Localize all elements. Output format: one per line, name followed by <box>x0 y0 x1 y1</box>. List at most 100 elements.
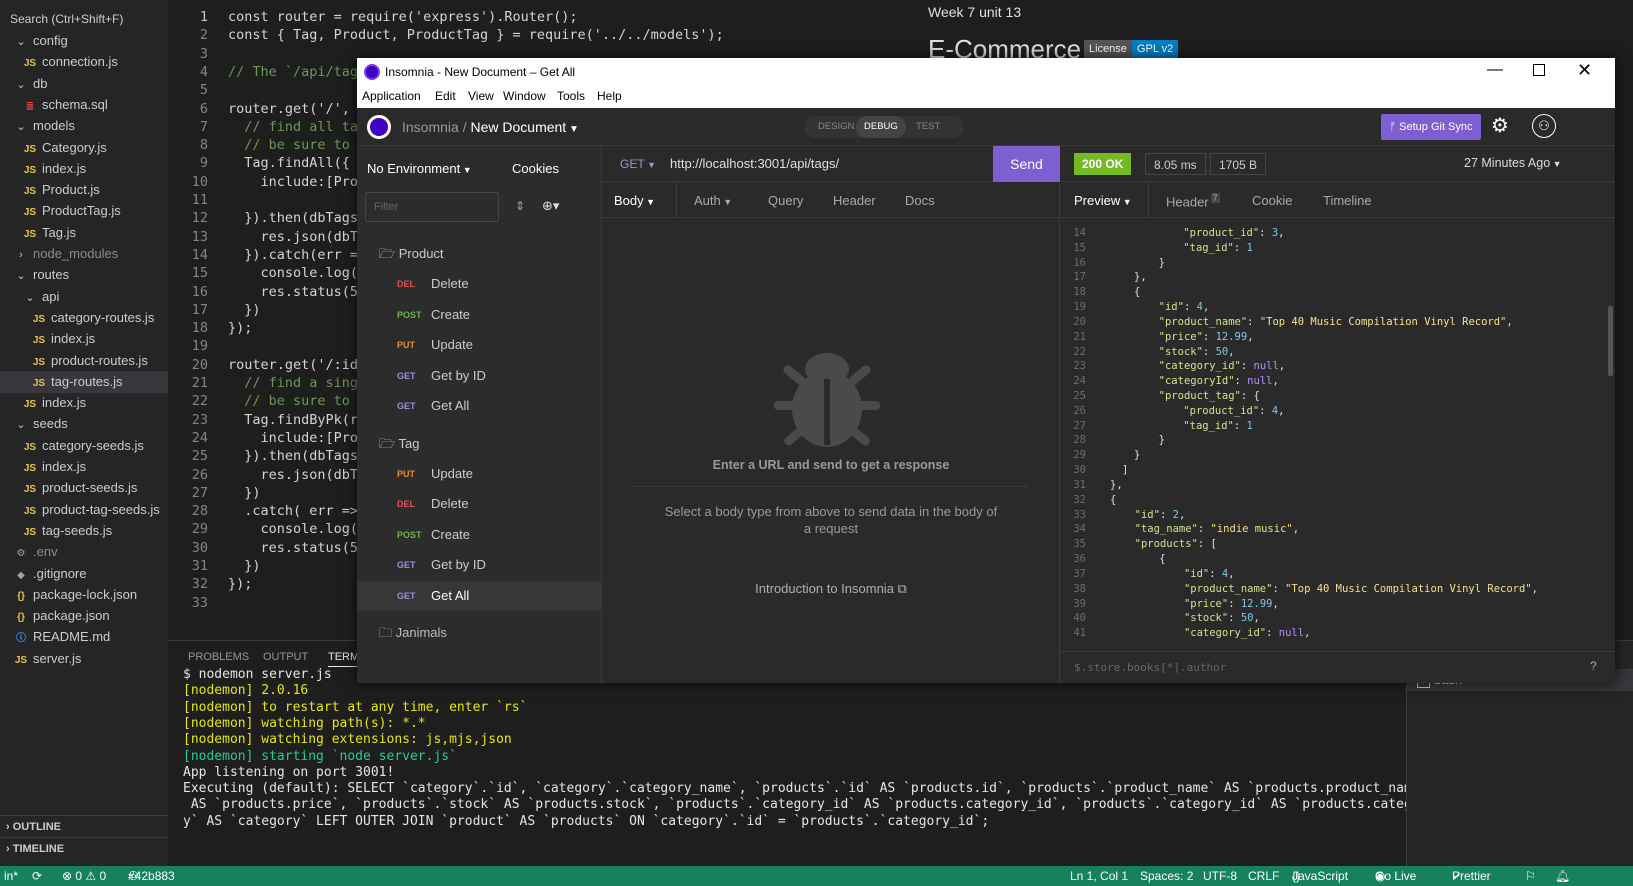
folder-item[interactable]: 🗁︎ Product <box>379 242 444 266</box>
file-item[interactable]: JS product-tag-seeds.js <box>0 499 168 521</box>
request-item[interactable]: DEL Delete <box>357 269 601 299</box>
send-button[interactable]: Send <box>993 146 1060 182</box>
request-item[interactable]: POST Create <box>357 520 601 550</box>
request-item[interactable]: GET Get All <box>357 580 601 611</box>
folder-item[interactable]: ⌄ db <box>0 73 168 95</box>
maximize-icon[interactable] <box>1533 64 1545 76</box>
close-icon[interactable]: ✕ <box>1577 60 1592 81</box>
intro-link[interactable]: Introduction to Insomnia ⧉ <box>602 581 1060 597</box>
file-item[interactable]: ≣ schema.sql <box>0 94 168 116</box>
help-icon[interactable]: ? <box>1590 659 1597 673</box>
add-icon[interactable]: ⊕▾ <box>542 198 559 214</box>
chevron-down-icon[interactable]: ▼ <box>566 124 579 135</box>
bell-icon[interactable]: 🔔︎ <box>1555 866 1570 886</box>
feedback-icon[interactable]: ⚐ <box>1525 866 1536 886</box>
tab-output[interactable]: OUTPUT <box>263 651 308 663</box>
url-input[interactable]: http://localhost:3001/api/tags/ <box>670 156 839 171</box>
file-item[interactable]: JS tag-routes.js <box>0 370 168 393</box>
file-item[interactable]: JS product-routes.js <box>0 350 168 372</box>
request-item[interactable]: GET Get All <box>357 391 601 421</box>
request-item[interactable]: DEL Delete <box>357 489 601 519</box>
folder-item[interactable]: ⌄ models <box>0 115 168 137</box>
file-item[interactable]: JS connection.js <box>0 51 168 73</box>
folder-item[interactable]: ⌄ config <box>0 30 168 52</box>
status-eol[interactable]: CRLF <box>1248 866 1279 886</box>
environment-select[interactable]: No Environment ▼ <box>367 161 472 176</box>
filter-input[interactable]: Filter <box>365 192 499 222</box>
file-item[interactable]: JS category-routes.js <box>0 307 168 329</box>
tab-preview[interactable]: Preview ▼ <box>1074 193 1132 208</box>
file-item[interactable]: JS index.js <box>0 158 168 180</box>
file-item[interactable]: JS tag-seeds.js <box>0 520 168 542</box>
settings-gear-icon[interactable]: ⚙ <box>1491 113 1509 138</box>
tab-docs[interactable]: Docs <box>905 193 935 208</box>
menu-edit[interactable]: Edit <box>435 89 456 103</box>
sync-icon[interactable]: ⟳ <box>32 866 42 886</box>
request-item[interactable]: POST Create <box>357 300 601 330</box>
response-filter-input[interactable]: $.store.books[*].author <box>1074 661 1226 674</box>
account-icon[interactable]: ⚇ <box>1532 114 1556 138</box>
file-item[interactable]: JS Category.js <box>0 137 168 159</box>
response-scrollbar[interactable] <box>1608 306 1613 376</box>
file-item[interactable]: ⚙ .env <box>0 541 168 563</box>
folder-item[interactable]: › node_modules <box>0 243 168 265</box>
menu-view[interactable]: View <box>468 89 494 103</box>
file-item[interactable]: JS index.js <box>0 456 168 478</box>
status-branch[interactable]: in* <box>4 866 18 886</box>
folder-item[interactable]: ⌄ seeds <box>0 413 168 435</box>
breadcrumb-document[interactable]: New Document <box>470 119 566 135</box>
response-history[interactable]: 27 Minutes Ago ▼ <box>1464 156 1562 170</box>
file-item[interactable]: JS Product.js <box>0 179 168 201</box>
mode-debug[interactable]: DEBUG <box>856 116 906 138</box>
window-titlebar[interactable]: Insomnia - New Document – Get All — ✕ <box>357 58 1615 86</box>
response-json-viewer[interactable]: 14 "product_id": 3, 15 "tag_id": 1 16 } 17}… <box>1060 218 1615 651</box>
status-encoding[interactable]: UTF-8 <box>1203 866 1237 886</box>
mode-design[interactable]: DESIGN <box>818 121 854 132</box>
request-item[interactable]: GET Get by ID <box>357 361 601 391</box>
file-item[interactable]: JS ProductTag.js <box>0 200 168 222</box>
menu-window[interactable]: Window <box>503 89 546 103</box>
tab-timeline[interactable]: Timeline <box>1323 193 1372 208</box>
tab-terminal[interactable]: TERM <box>328 651 360 667</box>
folder-item[interactable]: ⌄ api <box>0 286 168 308</box>
file-item[interactable]: JS server.js <box>0 648 168 670</box>
status-position[interactable]: Ln 1, Col 1 <box>1070 866 1128 886</box>
request-item[interactable]: GET Get by ID <box>357 550 601 580</box>
folder-item[interactable]: ⌄ routes <box>0 264 168 286</box>
menu-application[interactable]: Application <box>362 89 421 103</box>
file-item[interactable]: ◆ .gitignore <box>0 563 168 585</box>
outline-section[interactable]: › OUTLINE <box>0 815 168 837</box>
insomnia-logo-icon[interactable] <box>367 115 391 139</box>
git-sync-button[interactable]: ᚠ Setup Git Sync <box>1381 114 1481 140</box>
folder-item[interactable]: 🗁︎ Tag <box>379 432 419 456</box>
tab-header[interactable]: Header <box>833 193 876 208</box>
file-item[interactable]: JS index.js <box>0 328 168 350</box>
mode-test[interactable]: TEST <box>916 121 940 132</box>
timeline-section[interactable]: › TIMELINE <box>0 837 168 859</box>
tab-auth[interactable]: Auth ▼ <box>694 193 732 208</box>
breadcrumb-root[interactable]: Insomnia <box>402 119 459 135</box>
file-item[interactable]: JS Tag.js <box>0 222 168 244</box>
file-item[interactable]: JS category-seeds.js <box>0 435 168 457</box>
minimize-icon[interactable]: — <box>1487 61 1503 79</box>
cookies-button[interactable]: Cookies <box>512 161 559 176</box>
status-spaces[interactable]: Spaces: 2 <box>1140 866 1193 886</box>
folder-item[interactable]: 🗀︎ Janimals <box>379 621 447 645</box>
request-item[interactable]: PUT Update <box>357 459 601 489</box>
menu-tools[interactable]: Tools <box>557 89 585 103</box>
tab-cookie[interactable]: Cookie <box>1252 193 1292 208</box>
file-item[interactable]: {} package-lock.json <box>0 584 168 606</box>
sort-icon[interactable]: ⇕ <box>515 199 525 213</box>
request-item[interactable]: PUT Update <box>357 330 601 360</box>
file-item[interactable]: JS product-seeds.js <box>0 477 168 499</box>
method-select[interactable]: GET ▼ <box>620 157 656 171</box>
file-item[interactable]: ⓘ README.md <box>0 626 168 648</box>
menu-help[interactable]: Help <box>597 89 622 103</box>
file-item[interactable]: {} package.json <box>0 605 168 627</box>
tab-body[interactable]: Body ▼ <box>614 193 655 208</box>
status-problems[interactable]: ⊗ 0 ⚠ 0 <box>62 866 106 886</box>
tab-header[interactable]: Header 7 <box>1166 193 1220 209</box>
tab-query[interactable]: Query <box>768 193 803 208</box>
file-item[interactable]: JS index.js <box>0 392 168 414</box>
tab-problems[interactable]: PROBLEMS <box>188 651 249 663</box>
